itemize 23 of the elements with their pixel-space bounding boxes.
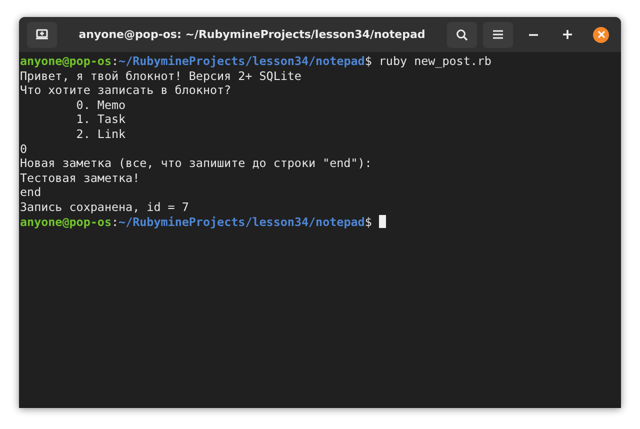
menu-button[interactable] (483, 22, 513, 48)
terminal-line: Новая заметка (все, что запишите до строки "end"): (20, 156, 372, 171)
minimize-icon (528, 34, 538, 36)
terminal-line: anyone@pop-os:~/RubymineProjects/lesson34/notepad$ (20, 214, 373, 230)
terminal-line: anyone@pop-os:~/RubymineProjects/lesson34/notepad$ ruby new_post.rb (20, 54, 492, 69)
terminal-line: 0 (20, 142, 28, 156)
menu-icon (493, 30, 503, 39)
plus-icon (562, 30, 572, 39)
terminal-line: Привет, я твой блокнот! Версия 2+ SQLite (20, 68, 302, 84)
terminal-line: end (20, 185, 42, 200)
terminal-line: Что хотите записать в блокнот? (20, 83, 232, 98)
close-button[interactable] (593, 26, 609, 42)
terminal-line: 0. Memo (75, 98, 126, 112)
terminal-line: 1. Task (75, 112, 126, 127)
window-title: anyone@pop-os: ~/RubymineProjects/lesson34/notepad (78, 28, 426, 41)
search-button[interactable] (447, 22, 477, 48)
new-tab-button[interactable] (27, 22, 57, 48)
terminal-line: 2. Link (75, 126, 126, 142)
search-icon (456, 28, 468, 40)
close-icon (598, 31, 604, 38)
new-tab-icon (36, 29, 48, 40)
terminal-line: Тестовая заметка! (20, 170, 140, 186)
terminal-line: Запись сохранена, id = 7 (20, 200, 189, 215)
